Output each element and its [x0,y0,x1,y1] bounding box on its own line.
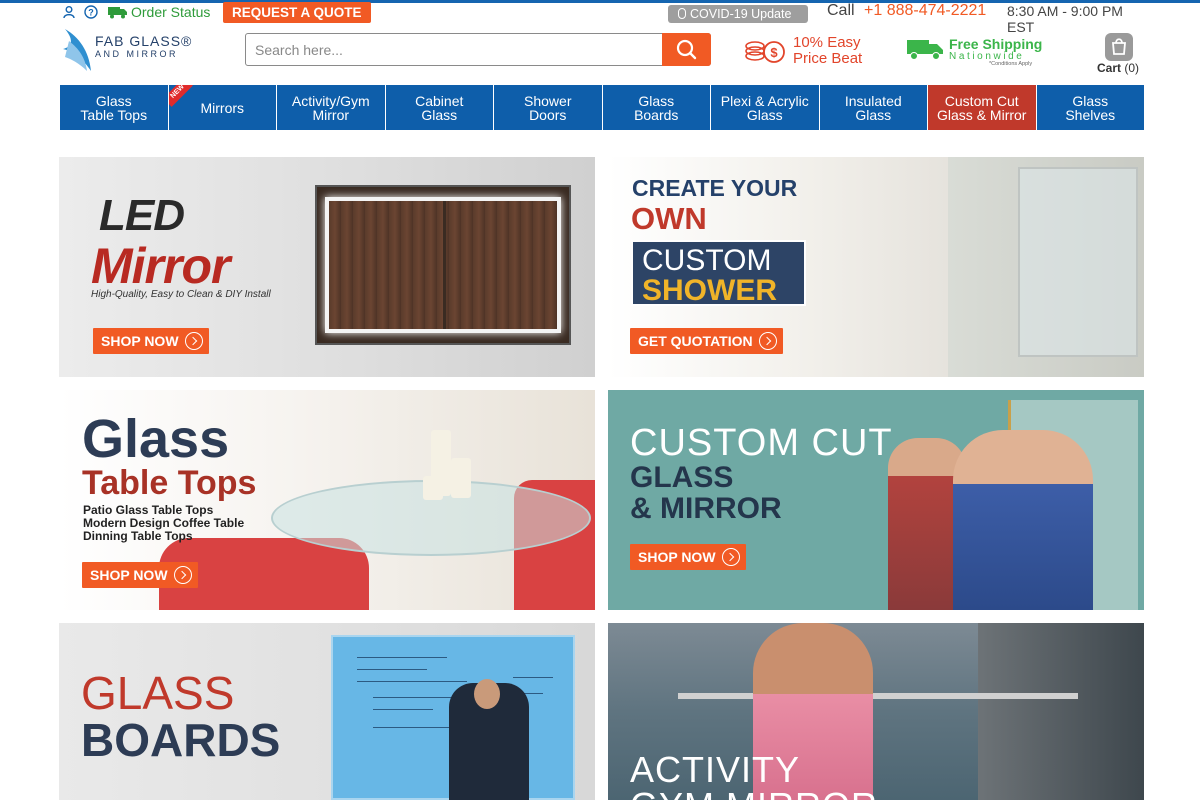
request-quote-button[interactable]: REQUEST A QUOTE [223,2,371,23]
help-icon[interactable]: ? [84,5,98,19]
utility-bar: ? Order Status REQUEST A QUOTE COVID-19 … [60,2,1145,35]
svg-text:?: ? [88,8,94,18]
banner-custom-line2: GLASS [630,461,734,494]
table-shop-now-button[interactable]: SHOP NOW [82,562,198,588]
nav-item-plexi-acrylic-glass[interactable]: Plexi & Acrylic Glass [711,85,820,130]
banner-shower-title: CREATE YOUR [632,175,798,201]
nav-item-glass-table-tops[interactable]: Glass Table Tops [60,85,169,130]
price-beat-promo[interactable]: $ 10% Easy Price Beat [745,34,862,69]
banner-custom-cut-glass[interactable]: CUSTOM CUT GLASS & MIRROR SHOP NOW [608,390,1144,610]
arrow-right-icon [184,332,203,350]
nav-item-glass-shelves[interactable]: Glass Shelves [1037,85,1145,130]
search-icon [676,39,697,60]
banner-led-mirror[interactable]: LED Mirror High-Quality, Easy to Clean &… [59,157,595,377]
banner-table-list: Patio Glass Table Tops Modern Design Cof… [83,504,244,543]
nav-item-shower-doors[interactable]: Shower Doors [494,85,603,130]
banner-glass-boards[interactable]: GLASS BOARDS [59,623,595,800]
svg-text:$: $ [770,45,778,60]
person-image [474,679,500,709]
call-label: Call [827,2,855,19]
worker-image [953,430,1093,610]
nav-item-custom-cut-glass-mirror[interactable]: Custom Cut Glass & Mirror [928,85,1037,130]
banner-table-title: Glass [82,409,230,469]
nav-item-mirrors[interactable]: NEW Mirrors [168,85,277,130]
banner-activity-gym-mirror[interactable]: ACTIVITY GYM MIRROR [608,623,1144,800]
arrow-right-icon [721,548,740,566]
shower-door-image [1018,167,1138,357]
banner-shower-box: CUSTOM SHOWER [631,240,806,307]
cart-icon [1105,33,1133,61]
banner-led-title: LED [99,191,185,240]
search-input[interactable] [246,34,663,65]
free-shipping-title: Free Shipping [949,36,1043,52]
banner-boards-subtitle: BOARDS [81,714,281,766]
arrow-right-icon [173,566,192,584]
logo-subtitle: AND MIRROR [95,49,178,59]
candle-image [451,458,471,498]
banner-glass-table-tops[interactable]: Glass Table Tops Patio Glass Table Tops … [59,390,595,610]
barbell-image [678,693,1078,699]
banner-table-subtitle: Table Tops [82,464,257,502]
search-bar [245,33,711,66]
new-badge: NEW [168,85,193,107]
covid-update-label: COVID-19 Update [690,7,792,21]
banner-shower-title-own: OWN [631,201,707,236]
banner-custom-title: CUSTOM CUT [630,422,893,464]
get-quotation-button[interactable]: GET QUOTATION [630,328,783,354]
price-beat-text: 10% Easy Price Beat [793,34,863,67]
business-hours: 8:30 AM - 9:00 PM EST [1007,3,1123,35]
banner-led-subtitle-word: Mirror [91,238,230,294]
free-shipping-note: *Conditions Apply [989,61,1033,67]
logo-wing-icon [63,29,91,71]
logo-title: FAB GLASS® [95,33,193,49]
nav-item-activity-gym-mirror[interactable]: Activity/Gym Mirror [277,85,386,130]
led-mirror-image [315,185,571,345]
banner-custom-line3: & MIRROR [630,492,782,525]
banner-led-tagline: High-Quality, Easy to Clean & DIY Instal… [91,289,271,300]
list-item: Dinning Table Tops [83,529,193,543]
search-button[interactable] [662,33,711,66]
user-icon[interactable] [62,5,76,19]
cart-label: Cart [1097,61,1122,75]
order-status-link[interactable]: Order Status [131,4,210,20]
covid-update-button[interactable]: COVID-19 Update [668,5,808,23]
gym-rack-image [978,623,1144,800]
banner-gym-subtitle: GYM MIRROR [630,785,878,800]
banner-boards-title: GLASS [81,667,235,719]
custom-shop-now-button[interactable]: SHOP NOW [630,544,746,570]
truck-icon [108,7,127,19]
candle-image [423,476,443,500]
phone-number-link[interactable]: +1 888-474-2221 [864,2,986,20]
coins-icon: $ [745,41,785,63]
nav-item-glass-boards[interactable]: Glass Boards [603,85,711,130]
nav-item-insulated-glass[interactable]: Insulated Glass [820,85,928,130]
site-logo[interactable]: FAB GLASS® AND MIRROR [61,27,201,74]
led-shop-now-button[interactable]: SHOP NOW [93,328,209,354]
microphone-icon [678,8,686,19]
free-shipping-promo: Free Shipping Nationwide *Conditions App… [907,36,1042,67]
banner-custom-shower[interactable]: CREATE YOUR OWN CUSTOM SHOWER GET QUOTAT… [608,157,1144,377]
nav-item-cabinet-glass[interactable]: Cabinet Glass [386,85,494,130]
cart-button[interactable]: Cart (0) [1090,33,1146,77]
shipping-truck-icon [907,40,943,60]
main-nav: Glass Table Tops NEW Mirrors Activity/Gym M… [60,85,1144,130]
cart-count: (0) [1124,61,1140,75]
arrow-right-icon [758,332,777,350]
